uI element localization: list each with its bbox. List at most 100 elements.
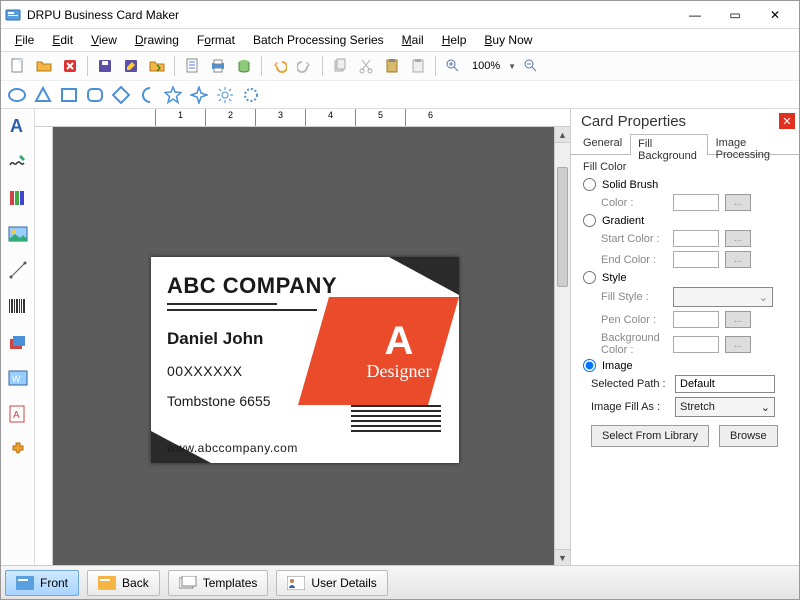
svg-text:A: A — [10, 116, 23, 136]
rectangle-icon[interactable] — [59, 85, 79, 105]
scroll-up-icon[interactable]: ▲ — [555, 127, 570, 143]
canvas[interactable]: ABC COMPANY Daniel John 00XXXXXX Tombsto… — [35, 127, 570, 565]
start-color-picker-button[interactable]: ... — [725, 230, 751, 247]
tab-back[interactable]: Back — [87, 570, 160, 596]
separator — [87, 56, 88, 76]
zoom-in-icon[interactable] — [442, 55, 464, 77]
delete-icon[interactable] — [59, 55, 81, 77]
redo-icon[interactable] — [294, 55, 316, 77]
card-address: Tombstone 6655 — [167, 393, 271, 409]
menu-view[interactable]: View — [83, 31, 125, 49]
minimize-button[interactable]: — — [675, 2, 715, 28]
plugin-tool-icon[interactable] — [7, 439, 29, 461]
radio-solid-brush[interactable]: Solid Brush — [579, 177, 791, 192]
text-tool-icon[interactable]: A — [7, 115, 29, 137]
rounded-rect-icon[interactable] — [85, 85, 105, 105]
panel-header: Card Properties ✕ — [571, 109, 799, 133]
cut-icon[interactable] — [355, 55, 377, 77]
menu-batch[interactable]: Batch Processing Series — [245, 31, 392, 49]
layers-tool-icon[interactable] — [7, 331, 29, 353]
radio-style[interactable]: Style — [579, 270, 791, 285]
close-button[interactable]: ✕ — [755, 2, 795, 28]
triangle-icon[interactable] — [33, 85, 53, 105]
paste-icon[interactable] — [381, 55, 403, 77]
print-icon[interactable] — [207, 55, 229, 77]
radio-gradient-input[interactable] — [583, 214, 596, 227]
menu-format[interactable]: Format — [189, 31, 243, 49]
selected-path-input[interactable] — [675, 375, 775, 393]
panel-close-button[interactable]: ✕ — [779, 113, 795, 129]
separator — [322, 56, 323, 76]
menu-buy[interactable]: Buy Now — [476, 31, 540, 49]
star4-icon[interactable] — [189, 85, 209, 105]
new-file-icon[interactable] — [7, 55, 29, 77]
menu-help[interactable]: Help — [434, 31, 475, 49]
maximize-button[interactable]: ▭ — [715, 2, 755, 28]
radio-style-input[interactable] — [583, 271, 596, 284]
image-fill-as-select[interactable]: Stretch⌄ — [675, 397, 775, 417]
tab-general[interactable]: General — [575, 133, 630, 154]
fill-style-select[interactable]: ⌄ — [673, 287, 773, 307]
bg-color-picker-button[interactable]: ... — [725, 336, 751, 353]
app-icon — [5, 7, 21, 23]
zoom-level[interactable]: 100% — [468, 60, 504, 72]
ellipse-icon[interactable] — [7, 85, 27, 105]
menu-file[interactable]: File — [7, 31, 42, 49]
pen-color-picker-button[interactable]: ... — [725, 311, 751, 328]
menu-drawing[interactable]: Drawing — [127, 31, 187, 49]
back-icon — [98, 576, 116, 590]
canvas-area: 1 2 3 4 5 6 ABC COMPANY Daniel John — [35, 109, 571, 565]
undo-icon[interactable] — [268, 55, 290, 77]
end-color-swatch — [673, 251, 719, 268]
database-icon[interactable] — [233, 55, 255, 77]
zoom-dropdown-icon[interactable]: ▼ — [508, 62, 516, 71]
business-card[interactable]: ABC COMPANY Daniel John 00XXXXXX Tombsto… — [151, 257, 459, 463]
card-logo: A Designer — [339, 297, 459, 405]
radio-gradient[interactable]: Gradient — [579, 213, 791, 228]
select-from-library-button[interactable]: Select From Library — [591, 425, 709, 447]
template-tool-icon[interactable]: A — [7, 403, 29, 425]
clipboard-icon[interactable] — [407, 55, 429, 77]
end-color-picker-button[interactable]: ... — [725, 251, 751, 268]
tab-image-processing[interactable]: Image Processing — [708, 133, 795, 154]
image-tool-icon[interactable] — [7, 223, 29, 245]
export-folder-icon[interactable] — [146, 55, 168, 77]
signature-tool-icon[interactable] — [7, 151, 29, 173]
tab-templates[interactable]: Templates — [168, 570, 269, 596]
gear-icon[interactable] — [241, 85, 261, 105]
scroll-thumb[interactable] — [557, 167, 568, 287]
tab-fill-background[interactable]: Fill Background — [630, 134, 707, 155]
radio-image-input[interactable] — [583, 359, 596, 372]
save-edit-icon[interactable] — [120, 55, 142, 77]
workarea: A W A 1 2 3 4 5 6 — [1, 109, 799, 565]
radio-image[interactable]: Image — [579, 358, 791, 373]
copy-icon[interactable] — [329, 55, 351, 77]
bottom-tabbar: Front Back Templates User Details — [1, 565, 799, 599]
menu-edit[interactable]: Edit — [44, 31, 81, 49]
line-tool-icon[interactable] — [7, 259, 29, 281]
scroll-down-icon[interactable]: ▼ — [555, 549, 570, 565]
window-title: DRPU Business Card Maker — [27, 8, 675, 22]
card-name: Daniel John — [167, 329, 263, 349]
color-picker-button[interactable]: ... — [725, 194, 751, 211]
radio-solid-brush-input[interactable] — [583, 178, 596, 191]
star5-icon[interactable] — [163, 85, 183, 105]
document-icon[interactable] — [181, 55, 203, 77]
save-icon[interactable] — [94, 55, 116, 77]
open-folder-icon[interactable] — [33, 55, 55, 77]
watermark-tool-icon[interactable]: W — [7, 367, 29, 389]
vertical-scrollbar[interactable]: ▲ ▼ — [554, 127, 570, 565]
burst-icon[interactable] — [215, 85, 235, 105]
barcode-tool-icon[interactable] — [7, 295, 29, 317]
start-color-swatch — [673, 230, 719, 247]
moon-icon[interactable] — [137, 85, 157, 105]
browse-button[interactable]: Browse — [719, 425, 778, 447]
diamond-icon[interactable] — [111, 85, 131, 105]
library-tool-icon[interactable] — [7, 187, 29, 209]
tab-user-details[interactable]: User Details — [276, 570, 387, 596]
application-window: DRPU Business Card Maker — ▭ ✕ File Edit… — [0, 0, 800, 600]
tab-front[interactable]: Front — [5, 570, 79, 596]
zoom-out-icon[interactable] — [520, 55, 542, 77]
shapes-toolbar — [1, 81, 799, 109]
menu-mail[interactable]: Mail — [394, 31, 432, 49]
